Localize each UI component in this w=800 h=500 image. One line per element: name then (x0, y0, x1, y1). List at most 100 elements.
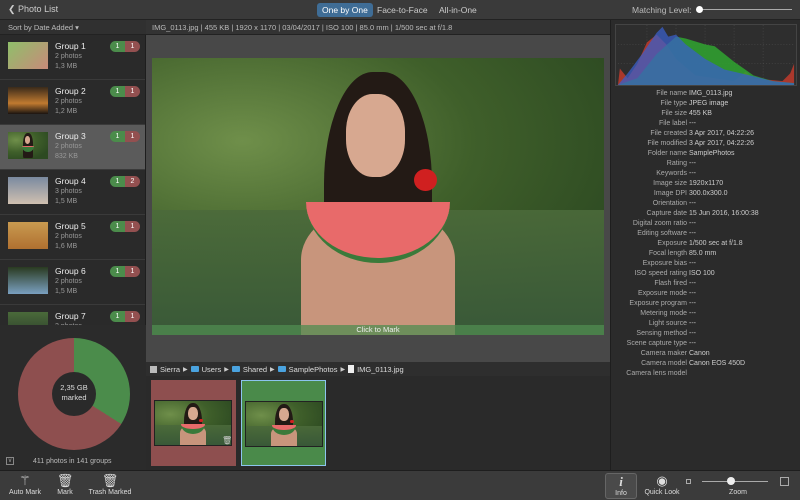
metadata-row: File label --- (611, 120, 800, 130)
metadata-row: Scene capture type --- (611, 340, 800, 350)
mark-label: Mark (57, 489, 73, 496)
metadata-label: Metering mode (640, 310, 687, 317)
group-name: Group 2 (55, 86, 86, 96)
metadata-label: Light source (648, 320, 687, 327)
mark-badge: 11 (110, 266, 140, 277)
metadata-label: Digital zoom ratio (632, 220, 687, 227)
group-item[interactable]: Group 4 3 photos 1,5 MB 12 (0, 170, 145, 215)
metadata-row: Image size 1920x1170 (611, 180, 800, 190)
sort-dropdown[interactable]: Sort by Date Added ▾ (0, 20, 146, 35)
metadata-value: --- (689, 320, 696, 327)
auto-mark-label: Auto Mark (9, 489, 41, 496)
mark-badge: 12 (110, 176, 140, 187)
zoom-out-icon[interactable] (686, 479, 691, 484)
group-size: 1,5 MB (55, 288, 78, 295)
zoom-slider[interactable] (702, 481, 768, 482)
metadata-value: --- (689, 200, 696, 207)
keep-count: 1 (110, 86, 125, 97)
film-photo-keep[interactable] (241, 380, 326, 466)
path-item[interactable]: SamplePhotos (289, 365, 338, 374)
back-label: Photo List (18, 4, 59, 14)
quick-look-button[interactable]: ◉ Quick Look (642, 473, 682, 496)
metadata-value: 455 KB (689, 110, 712, 117)
trash-count: 1 (125, 131, 140, 142)
metadata-row: Exposure mode --- (611, 290, 800, 300)
metadata-label: Orientation (652, 200, 687, 207)
eye-icon: ◉ (656, 473, 668, 488)
info-button[interactable]: i Info (605, 473, 637, 499)
group-name: Group 7 (55, 311, 86, 321)
metadata-label: Camera model (641, 360, 687, 367)
marked-label: marked (61, 393, 87, 402)
metadata-label: Image DPI (653, 190, 687, 197)
group-item[interactable]: Group 1 2 photos 1,3 MB 11 (0, 35, 145, 80)
metadata-label: Capture date (646, 210, 687, 217)
group-photo-count: 2 photos (55, 143, 82, 150)
mode-one-by-one[interactable]: One by One (317, 3, 373, 17)
metadata-label: Folder name (647, 150, 687, 157)
metadata-label: File type (660, 100, 687, 107)
metadata-label: File created (650, 130, 687, 137)
matching-level-knob[interactable] (696, 6, 703, 13)
trash-count: 1 (125, 41, 140, 52)
group-item[interactable]: Group 6 2 photos 1,5 MB 11 (0, 260, 145, 305)
back-button[interactable]: ❮ Photo List (8, 4, 58, 15)
zoom-in-icon[interactable] (780, 477, 789, 486)
mark-button[interactable]: 🗑 Mark (50, 473, 80, 496)
metadata-value: --- (689, 310, 696, 317)
metadata-value: ISO 100 (689, 270, 715, 277)
matching-level-slider[interactable] (699, 9, 792, 10)
trash-icon: 🗑 (101, 473, 119, 488)
group-item[interactable]: Group 5 2 photos 1,6 MB 11 (0, 215, 145, 260)
group-size: 1,3 MB (55, 63, 78, 70)
histogram (615, 24, 797, 86)
metadata-value: --- (689, 280, 696, 287)
group-thumbnail (8, 87, 48, 114)
metadata-value: --- (689, 220, 696, 227)
metadata-row: Flash fired --- (611, 280, 800, 290)
metadata-value: 3 Apr 2017, 04:22:26 (689, 130, 754, 137)
metadata-row: File size 455 KB (611, 110, 800, 120)
metadata-row: Exposure bias --- (611, 260, 800, 270)
metadata-label: Exposure bias (642, 260, 687, 267)
metadata-label: Focal length (648, 250, 687, 257)
zoom-knob[interactable] (727, 477, 735, 485)
donut-center: 2,35 GB marked (52, 372, 96, 416)
film-thumbnail (154, 400, 232, 446)
group-size: 1,2 MB (55, 108, 78, 115)
group-item[interactable]: Group 7 2 photos 11 (0, 305, 145, 325)
mode-all-in-one[interactable]: All-in-One (434, 3, 482, 17)
metadata-value: JPEG image (689, 100, 729, 107)
trash-marked-button[interactable]: 🗑 Trash Marked (85, 473, 135, 496)
path-item[interactable]: Sierra (160, 365, 180, 374)
group-item[interactable]: Group 3 2 photos 832 KB 11 (0, 125, 145, 170)
trash-count: 1 (125, 221, 140, 232)
metadata-label: Image size (653, 180, 687, 187)
metadata-label: Rating (666, 160, 687, 167)
metadata-row: Digital zoom ratio --- (611, 220, 800, 230)
metadata-label: Scene capture type (626, 340, 687, 347)
keep-count: 1 (110, 176, 125, 187)
auto-mark-button[interactable]: ⚚ Auto Mark (6, 473, 44, 496)
path-item[interactable]: Users (202, 365, 222, 374)
metadata-row: Camera maker Canon (611, 350, 800, 360)
path-item[interactable]: IMG_0113.jpg (357, 365, 404, 374)
info-icon: i (619, 474, 623, 489)
main-photo[interactable] (152, 58, 604, 335)
metadata-row: Light source --- (611, 320, 800, 330)
path-item[interactable]: Shared (243, 365, 267, 374)
group-item[interactable]: Group 2 2 photos 1,2 MB 11 (0, 80, 145, 125)
image-info: IMG_0113.jpg | 455 KB | 1920 x 1170 | 03… (152, 23, 453, 32)
metadata-label: Camera maker (640, 350, 687, 357)
mark-badge: 11 (110, 86, 140, 97)
collapse-icon[interactable]: v (6, 457, 14, 465)
film-photo-trash[interactable]: 🗑 (151, 380, 236, 466)
group-thumbnail (8, 222, 48, 249)
mode-face-to-face[interactable]: Face-to-Face (372, 3, 433, 17)
group-size: 832 KB (55, 153, 78, 160)
metadata-label: Exposure program (629, 300, 687, 307)
click-to-mark-button[interactable]: Click to Mark (152, 325, 604, 335)
metadata-row: ISO speed rating ISO 100 (611, 270, 800, 280)
metadata-value: --- (689, 120, 696, 127)
file-icon (348, 365, 355, 373)
